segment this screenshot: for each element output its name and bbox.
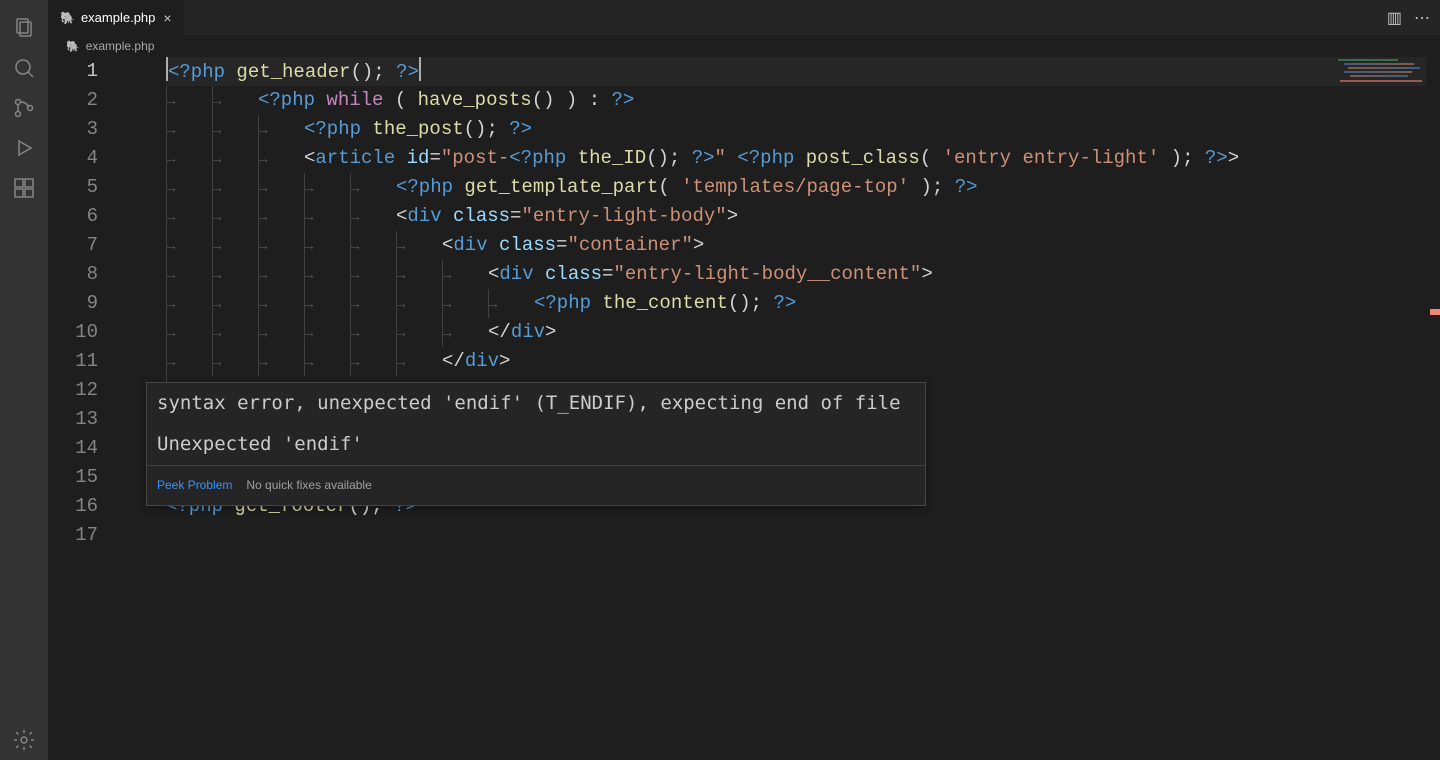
code-line[interactable]: <div class="entry-light-body__content"> bbox=[166, 260, 1440, 289]
php-file-icon: 🐘 bbox=[66, 40, 80, 53]
line-number-gutter: 1 234 567 8910 111213 141516 17 bbox=[48, 57, 116, 760]
activity-extensions-icon[interactable] bbox=[0, 168, 48, 208]
peek-problem-link[interactable]: Peek Problem bbox=[157, 471, 232, 500]
problem-hover-message: Unexpected 'endif' bbox=[147, 424, 925, 465]
tab-close-icon[interactable]: × bbox=[161, 10, 173, 26]
tab-bar: 🐘 example.php × ▥ ⋯ bbox=[48, 0, 1440, 35]
editor-group: 🐘 example.php × ▥ ⋯ 🐘 example.php 1 234 … bbox=[48, 0, 1440, 760]
activity-scm-icon[interactable] bbox=[0, 88, 48, 128]
more-actions-icon[interactable]: ⋯ bbox=[1414, 8, 1430, 28]
problem-hover-message: syntax error, unexpected 'endif' (T_ENDI… bbox=[147, 383, 925, 424]
breadcrumb[interactable]: 🐘 example.php bbox=[48, 35, 1440, 57]
activity-bar bbox=[0, 0, 48, 760]
minimap[interactable] bbox=[1338, 57, 1426, 85]
code-line[interactable] bbox=[166, 521, 1440, 550]
problem-hover-tooltip: syntax error, unexpected 'endif' (T_ENDI… bbox=[146, 382, 926, 506]
code-line[interactable]: <?php the_content(); ?> bbox=[166, 289, 1440, 318]
activity-settings-icon[interactable] bbox=[0, 720, 48, 760]
editor-title-actions: ▥ ⋯ bbox=[1387, 0, 1440, 35]
text-cursor bbox=[419, 57, 421, 81]
code-line[interactable]: <?php get_template_part( 'templates/page… bbox=[166, 173, 1440, 202]
breadcrumb-file: example.php bbox=[86, 39, 155, 53]
code-line[interactable]: <?php the_post(); ?> bbox=[166, 115, 1440, 144]
overview-error-marker[interactable] bbox=[1430, 309, 1440, 315]
code-line[interactable]: <div class="container"> bbox=[166, 231, 1440, 260]
activity-debug-icon[interactable] bbox=[0, 128, 48, 168]
code-line[interactable]: </div> bbox=[166, 318, 1440, 347]
scrollbar-vertical[interactable] bbox=[1426, 57, 1440, 760]
tab-label: example.php bbox=[81, 10, 155, 25]
split-editor-icon[interactable]: ▥ bbox=[1387, 8, 1402, 28]
code-line[interactable]: <?php while ( have_posts() ) : ?> bbox=[166, 86, 1440, 115]
code-line[interactable]: <?php get_header(); ?> bbox=[166, 57, 1440, 86]
tab-example-php[interactable]: 🐘 example.php × bbox=[48, 0, 185, 35]
no-quick-fixes-label: No quick fixes available bbox=[246, 471, 371, 500]
code-editor[interactable]: 1 234 567 8910 111213 141516 17 <?php ge… bbox=[48, 57, 1440, 760]
php-file-icon: 🐘 bbox=[60, 11, 75, 25]
code-line[interactable]: </div> bbox=[166, 347, 1440, 376]
activity-search-icon[interactable] bbox=[0, 48, 48, 88]
code-line[interactable]: <article id="post-<?php the_ID(); ?>" <?… bbox=[166, 144, 1440, 173]
code-line[interactable]: <div class="entry-light-body"> bbox=[166, 202, 1440, 231]
activity-explorer-icon[interactable] bbox=[0, 8, 48, 48]
